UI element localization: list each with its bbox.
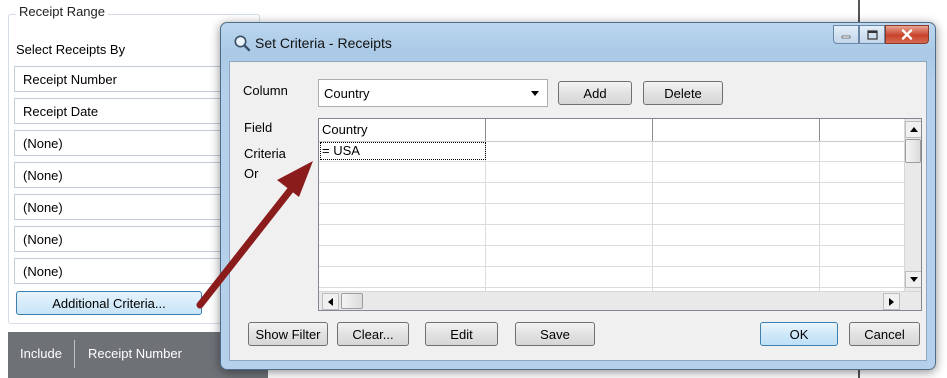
chevron-down-icon [909, 277, 918, 282]
delete-button[interactable]: Delete [643, 81, 723, 105]
set-criteria-dialog: Set Criteria - Receipts Column Country A… [220, 22, 936, 370]
close-icon [901, 29, 913, 40]
select-by-row-1[interactable]: Receipt Number [14, 66, 244, 92]
column-select-value: Country [324, 86, 370, 101]
close-button[interactable] [885, 25, 929, 44]
horizontal-scrollbar[interactable] [319, 291, 921, 310]
chevron-left-icon [328, 297, 333, 306]
maximize-button[interactable] [859, 25, 885, 44]
edit-button[interactable]: Edit [425, 322, 498, 346]
criteria-row-label: Criteria [244, 146, 286, 161]
minimize-button[interactable] [833, 25, 859, 44]
column-label: Column [243, 83, 288, 98]
horizontal-scroll-thumb[interactable] [341, 293, 363, 309]
minimize-icon [841, 35, 851, 38]
dialog-title: Set Criteria - Receipts [255, 35, 392, 51]
scroll-right-button[interactable] [883, 293, 900, 310]
clear-button[interactable]: Clear... [337, 322, 409, 346]
search-icon [234, 35, 251, 52]
include-column-header[interactable]: Include [20, 342, 62, 370]
show-filter-button[interactable]: Show Filter [248, 322, 328, 346]
receipt-number-column-header[interactable]: Receipt Number [88, 342, 182, 370]
select-by-row-7[interactable]: (None) [14, 258, 244, 284]
vertical-scroll-thumb[interactable] [905, 139, 921, 163]
vertical-scrollbar[interactable] [904, 119, 921, 291]
criteria-cell[interactable]: = USA [322, 143, 360, 158]
add-button[interactable]: Add [558, 81, 632, 105]
criteria-grid[interactable]: Country = USA [318, 118, 922, 311]
additional-criteria-button[interactable]: Additional Criteria... [16, 291, 202, 315]
select-receipts-by-label: Select Receipts By [16, 42, 126, 57]
chevron-down-icon [531, 91, 539, 96]
select-by-row-4[interactable]: (None) [14, 162, 244, 188]
window-controls [833, 25, 929, 45]
or-row-label: Or [244, 166, 259, 181]
field-row-label: Field [244, 120, 273, 135]
ok-button[interactable]: OK [760, 322, 838, 346]
maximize-icon [866, 29, 878, 40]
grid-header-row [319, 119, 921, 142]
chevron-right-icon [889, 297, 894, 306]
receipt-range-title: Receipt Range [16, 4, 108, 19]
select-by-row-5[interactable]: (None) [14, 194, 244, 220]
grid-header-cell-country[interactable]: Country [322, 122, 368, 137]
select-by-row-2[interactable]: Receipt Date [14, 98, 244, 124]
select-by-row-6[interactable]: (None) [14, 226, 244, 252]
column-select[interactable]: Country [318, 79, 548, 107]
dialog-client-area: Column Country Add Delete Field Criteria… [229, 61, 927, 361]
chevron-up-icon [909, 127, 918, 132]
scroll-down-button[interactable] [905, 271, 921, 288]
scroll-left-button[interactable] [322, 293, 339, 310]
cancel-button[interactable]: Cancel [849, 322, 920, 346]
scroll-up-button[interactable] [905, 121, 921, 138]
select-by-row-3[interactable]: (None) [14, 130, 244, 156]
save-button[interactable]: Save [515, 322, 595, 346]
